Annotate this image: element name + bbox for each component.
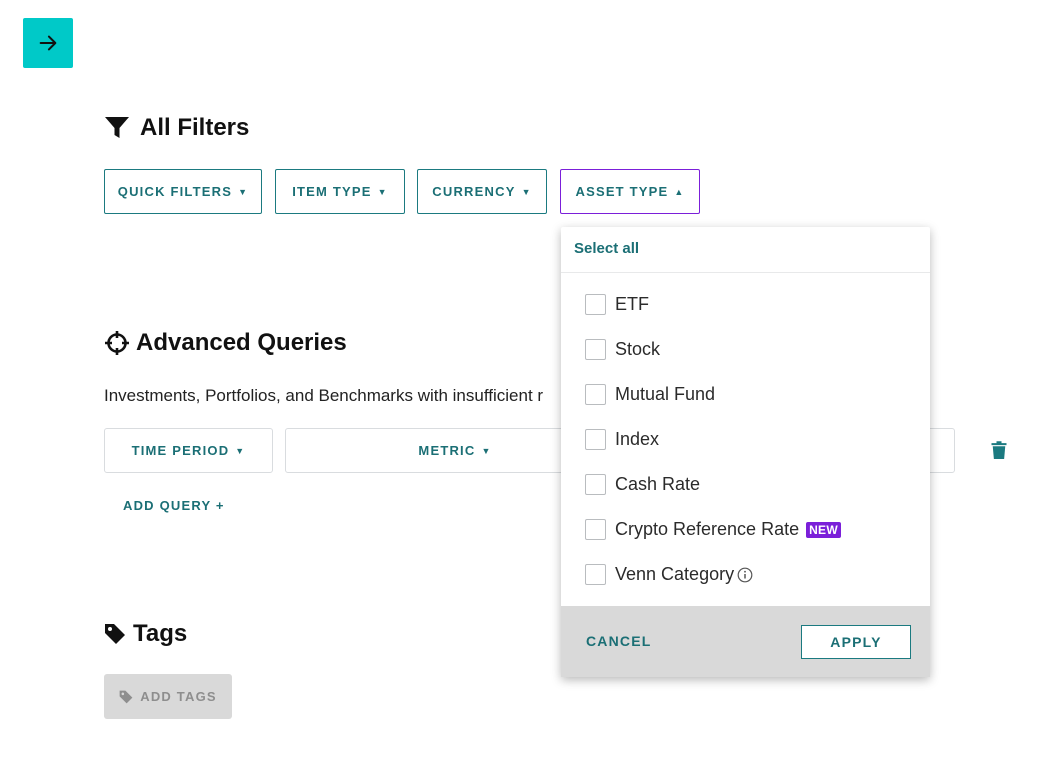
checkbox[interactable] [585,339,606,360]
option-cash-rate[interactable]: Cash Rate [585,474,700,495]
dropdown-footer: CANCEL APPLY [561,606,930,677]
asset-type-dropdown: Select all ETF Stock Mutual Fund Index C… [561,227,930,677]
tag-icon [104,623,126,645]
option-stock[interactable]: Stock [585,339,660,360]
option-etf[interactable]: ETF [585,294,649,315]
checkbox[interactable] [585,429,606,450]
trash-icon[interactable] [990,440,1008,460]
caret-down-icon: ▼ [238,186,249,197]
option-mutual-fund[interactable]: Mutual Fund [585,384,715,405]
advanced-description: Investments, Portfolios, and Benchmarks … [104,386,544,405]
crosshair-icon [104,330,130,356]
back-button[interactable] [23,18,73,68]
caret-down-icon: ▼ [235,445,246,456]
currency-button[interactable]: CURRENCY ▼ [417,169,547,214]
caret-down-icon: ▼ [377,186,388,197]
time-period-button[interactable]: TIME PERIOD ▼ [104,428,273,473]
caret-down-icon: ▼ [521,186,532,197]
cancel-button[interactable]: CANCEL [586,633,652,649]
option-crypto-reference-rate[interactable]: Crypto Reference Rate NEW [585,519,841,540]
tags-heading: Tags [104,620,187,648]
checkbox[interactable] [585,564,606,585]
all-filters-heading: All Filters [104,114,249,142]
select-all-link[interactable]: Select all [574,240,639,257]
filter-icon [104,116,130,140]
divider [561,272,930,273]
arrow-right-icon [39,35,57,51]
checkbox[interactable] [585,519,606,540]
apply-button[interactable]: APPLY [801,625,911,659]
checkbox[interactable] [585,474,606,495]
new-badge: NEW [806,521,841,538]
tag-icon [119,690,133,703]
add-query-button[interactable]: ADD QUERY + [123,498,225,513]
checkbox[interactable] [585,294,606,315]
info-icon[interactable] [737,567,753,583]
item-type-button[interactable]: ITEM TYPE ▼ [275,169,405,214]
add-tags-button[interactable]: ADD TAGS [104,674,232,719]
quick-filters-button[interactable]: QUICK FILTERS ▼ [104,169,262,214]
advanced-queries-heading: Advanced Queries [104,329,347,357]
caret-up-icon: ▲ [674,186,685,197]
asset-type-button[interactable]: ASSET TYPE ▲ [560,169,700,214]
option-index[interactable]: Index [585,429,659,450]
caret-down-icon: ▼ [481,445,492,456]
checkbox[interactable] [585,384,606,405]
option-venn-category[interactable]: Venn Category [585,564,753,585]
